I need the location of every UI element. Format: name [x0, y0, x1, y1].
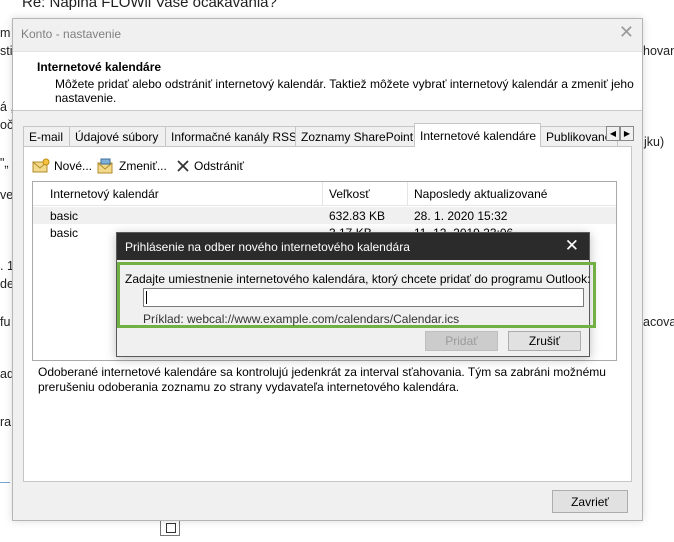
- add-button[interactable]: Pridať: [425, 331, 498, 351]
- highlight-box: Zadajte umiestnenie internetového kalend…: [117, 262, 596, 328]
- info-note: Odoberané internetové kalendáre sa kontr…: [38, 365, 606, 394]
- tab-email[interactable]: E-mail: [23, 126, 70, 146]
- calendar-location-input[interactable]: [143, 288, 584, 307]
- popup-title-bar: Prihlásenie na odber nového internetovéh…: [117, 233, 589, 260]
- popup-title: Prihlásenie na odber nového internetovéh…: [125, 240, 410, 254]
- delete-x-icon: [177, 160, 189, 172]
- example-url: Príklad: webcal://www.example.com/calend…: [143, 312, 460, 326]
- table-row[interactable]: basic 632.83 KB 28. 1. 2020 15:32: [33, 207, 616, 224]
- column-header-calendar[interactable]: Internetový kalendár: [50, 187, 159, 201]
- list-header: Internetový kalendár Veľkosť Naposledy a…: [33, 182, 616, 206]
- row-name: basic: [50, 226, 79, 240]
- column-header-size[interactable]: Veľkosť: [329, 187, 370, 201]
- tab-internet-calendars[interactable]: Internetové kalendáre: [414, 123, 541, 147]
- change-label: Zmeniť...: [119, 159, 167, 173]
- dialog-title: Konto - nastavenie: [21, 27, 122, 41]
- header-title: Internetové kalendáre: [37, 60, 162, 74]
- bg-text-fragment: hovan: [643, 44, 674, 58]
- row-updated: 28. 1. 2020 15:32: [414, 209, 508, 223]
- popup-close-icon[interactable]: ✕: [565, 236, 579, 256]
- bg-text-fragment: m: [0, 26, 11, 40]
- new-label: Nové...: [54, 159, 93, 173]
- change-button[interactable]: Zmeniť...: [97, 157, 167, 175]
- subscribe-calendar-dialog: Prihlásenie na odber nového internetovéh…: [116, 232, 596, 357]
- remove-button[interactable]: Odstrániť: [176, 157, 244, 175]
- bg-text-fragment: acova: [643, 315, 674, 329]
- dialog-close-icon[interactable]: ✕: [619, 22, 634, 43]
- new-button[interactable]: Nové...: [32, 157, 92, 175]
- change-icon: [97, 158, 113, 174]
- column-header-updated[interactable]: Naposledy aktualizované: [414, 187, 547, 201]
- location-prompt: Zadajte umiestnenie internetového kalend…: [125, 272, 591, 286]
- dialog-header: Internetové kalendáre Môžete pridať aleb…: [13, 51, 642, 111]
- bg-text-fragment: sti: [0, 44, 13, 58]
- email-subject: Re: Naplna FLOWii Vaše očakávania?: [22, 0, 277, 11]
- tab-rss-feeds[interactable]: Informačné kanály RSS: [165, 126, 297, 146]
- bg-text-fragment: fu: [0, 315, 11, 329]
- row-size: 632.83 KB: [329, 209, 386, 223]
- cancel-button[interactable]: Zrušiť: [508, 331, 581, 351]
- close-button[interactable]: Zavrieť: [552, 490, 628, 513]
- bg-text-fragment: "„: [0, 156, 9, 170]
- tab-data-files[interactable]: Údajové súbory: [69, 126, 166, 146]
- bg-text-fragment: jku): [644, 135, 665, 149]
- tab-sharepoint-lists[interactable]: Zoznamy SharePoint: [295, 126, 415, 146]
- bg-text-fragment: ra: [0, 415, 12, 429]
- remove-label: Odstrániť: [194, 159, 244, 173]
- header-description: Môžete pridať alebo odstrániť internetov…: [55, 77, 634, 105]
- row-name: basic: [50, 209, 79, 223]
- new-envelope-icon: [32, 158, 50, 173]
- bg-divider: [0, 482, 10, 483]
- text-caret: [146, 291, 147, 304]
- column-separator: [322, 182, 323, 206]
- tab-scroll-left-icon[interactable]: ◀: [606, 126, 620, 141]
- column-separator: [407, 182, 408, 206]
- tab-scroll-right-icon[interactable]: ▶: [620, 126, 634, 141]
